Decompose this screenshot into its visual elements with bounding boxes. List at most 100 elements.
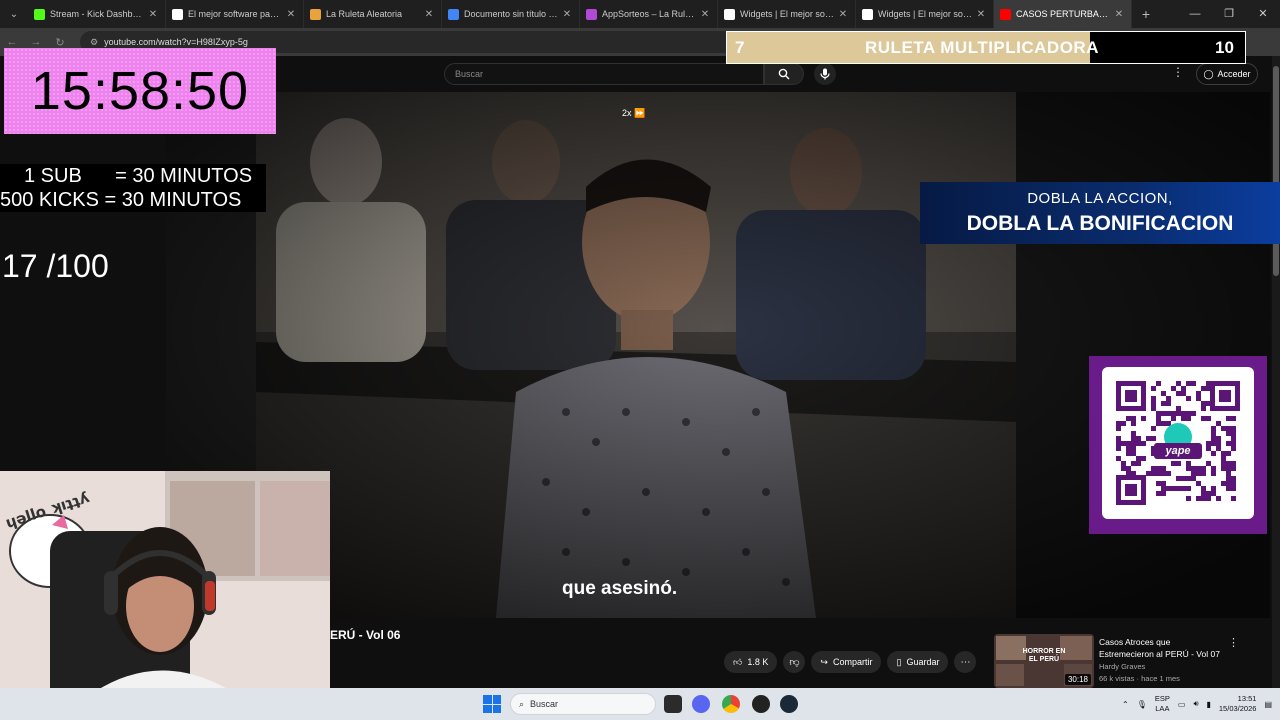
- bookmark-icon: ▯: [896, 656, 902, 667]
- close-tab-icon[interactable]: ✕: [1113, 9, 1125, 20]
- browser-tab[interactable]: Stream - Kick Dashboard ✕: [28, 0, 166, 28]
- video-frame: [166, 92, 1270, 618]
- maximize-icon[interactable]: ❐: [1212, 0, 1246, 28]
- recommended-title[interactable]: Casos Atroces que Estremecieron al PERÚ …: [1099, 636, 1227, 660]
- recommended-menu-icon[interactable]: ⋮: [1228, 636, 1239, 649]
- tab-favicon-icon: [448, 8, 459, 20]
- tab-search-icon[interactable]: ⌄: [0, 0, 28, 28]
- notification-icon[interactable]: ▤: [1264, 700, 1272, 709]
- more-options-icon[interactable]: ⋮: [1172, 65, 1184, 79]
- ruleta-title: RULETA MULTIPLICADORA: [865, 38, 1099, 57]
- close-tab-icon[interactable]: ✕: [975, 9, 987, 20]
- keyboard-layout: LAA: [1155, 704, 1170, 713]
- new-tab-button[interactable]: +: [1132, 6, 1160, 22]
- yape-logo: yape: [1165, 445, 1191, 457]
- browser-tab[interactable]: CASOS PERTURBADO ✕: [994, 0, 1132, 28]
- close-tab-icon[interactable]: ✕: [147, 9, 159, 20]
- browser-tab[interactable]: El mejor software para pc ✕: [166, 0, 304, 28]
- ruleta-current-value: 7: [735, 38, 745, 57]
- subathon-timer: 15:58:50: [30, 61, 250, 121]
- thumbs-up-icon: 👍︎: [733, 656, 743, 667]
- browser-tab[interactable]: AppSorteos – La Ruleta de✕: [580, 0, 718, 28]
- more-actions-button[interactable]: ⋯: [954, 651, 977, 673]
- search-button[interactable]: [764, 63, 804, 85]
- battery-icon[interactable]: ▮: [1206, 700, 1210, 709]
- search-input[interactable]: Buscar: [444, 63, 764, 85]
- obs-icon[interactable]: [752, 695, 770, 713]
- forward-icon[interactable]: →: [24, 36, 48, 48]
- steam-icon[interactable]: [780, 695, 798, 713]
- share-icon: ↪: [820, 656, 828, 667]
- close-tab-icon[interactable]: ✕: [423, 9, 435, 20]
- tab-title: Widgets | El mejor softwa: [740, 9, 834, 19]
- clock-date: 15/03/2026: [1218, 704, 1257, 713]
- tab-title: Stream - Kick Dashboard: [50, 9, 144, 19]
- taskbar-search-label: Buscar: [530, 699, 559, 709]
- close-tab-icon[interactable]: ✕: [837, 9, 849, 20]
- recommended-channel[interactable]: Hardy Graves: [1099, 662, 1145, 671]
- tab-favicon-icon: [34, 8, 45, 20]
- taskbar-search[interactable]: ⌕ Buscar: [510, 693, 656, 715]
- tab-favicon-icon: [1000, 8, 1011, 20]
- volume-icon[interactable]: 🔊︎: [1193, 699, 1198, 709]
- thumbnail-text: HORROR EN EL PERÚ: [1022, 648, 1066, 663]
- tab-title: El mejor software para pc: [188, 9, 282, 19]
- browser-tab[interactable]: La Ruleta Aleatoria ✕: [304, 0, 442, 28]
- site-info-icon[interactable]: ⚙: [90, 37, 98, 48]
- page-scrollbar[interactable]: [1272, 56, 1280, 688]
- close-tab-icon[interactable]: ✕: [561, 9, 573, 20]
- ruleta-multiplicadora-bar: 7 RULETA MULTIPLICADORA 10: [726, 31, 1246, 64]
- video-title: ERÚ - Vol 06: [330, 628, 401, 642]
- account-icon: ◯: [1203, 68, 1214, 79]
- sign-in-label: Acceder: [1217, 69, 1251, 79]
- browser-tab[interactable]: Widgets | El mejor softwa ✕: [718, 0, 856, 28]
- minimize-icon[interactable]: —: [1178, 0, 1212, 28]
- language-code: ESP: [1154, 694, 1170, 703]
- qr-code: yape: [1102, 367, 1254, 519]
- ruleta-goal-value: 10: [1215, 38, 1234, 57]
- language-indicator[interactable]: ESP LAA: [1155, 694, 1170, 714]
- back-icon[interactable]: ←: [0, 36, 24, 48]
- reload-icon[interactable]: ↻: [48, 36, 72, 49]
- video-player[interactable]: 2x ⏩ que asesinó.: [166, 92, 1270, 618]
- browser-tab[interactable]: Documento sin título - Do ✕: [442, 0, 580, 28]
- thumbs-down-icon: 👎︎: [789, 657, 800, 668]
- close-window-icon[interactable]: ✕: [1246, 0, 1280, 28]
- voice-search-button[interactable]: [814, 63, 836, 85]
- subathon-timer-panel: 15:58:50: [4, 48, 276, 134]
- dislike-button[interactable]: 👎︎: [783, 651, 806, 673]
- windows-start-icon[interactable]: [483, 695, 501, 713]
- screen: ⌄ Stream - Kick Dashboard ✕ El mejor softw…: [0, 0, 1280, 720]
- scrollbar-thumb[interactable]: [1273, 66, 1279, 276]
- tab-title: Documento sin título - Do: [464, 9, 558, 19]
- tab-favicon-icon: [586, 8, 597, 20]
- close-tab-icon[interactable]: ✕: [699, 9, 711, 20]
- sign-in-button[interactable]: ◯ Acceder: [1196, 63, 1258, 85]
- chrome-icon[interactable]: [722, 695, 740, 713]
- search-icon: ⌕: [519, 698, 525, 709]
- discord-icon[interactable]: [692, 695, 710, 713]
- task-view-icon[interactable]: [664, 695, 682, 713]
- tab-favicon-icon: [862, 8, 873, 20]
- like-button[interactable]: 👍︎ 1.8 K: [724, 651, 778, 673]
- webcam-feed: ɥǝllo ʞıʇʇʎ: [0, 471, 330, 720]
- video-duration: 30:18: [1064, 674, 1091, 685]
- recommended-meta: 66 k vistas · hace 1 mes: [1099, 674, 1180, 683]
- promo-banner: DOBLA LA ACCION, DOBLA LA BONIFICACION: [920, 182, 1280, 244]
- sub-rule-text: 1 SUB = 30 MINUTOS: [24, 165, 253, 187]
- yape-qr-panel: yape: [1089, 356, 1267, 534]
- browser-tab[interactable]: Widgets | El mejor softwa ✕: [856, 0, 994, 28]
- kicks-rule-text: 500 KICKS = 30 MINUTOS: [0, 189, 242, 211]
- recommended-thumbnail[interactable]: HORROR EN EL PERÚ 30:18: [994, 634, 1094, 688]
- close-tab-icon[interactable]: ✕: [285, 9, 297, 20]
- microphone-icon[interactable]: 🎙︎: [1137, 700, 1147, 709]
- windows-taskbar: ⌕ Buscar ⌃ 🎙︎ ESP LAA ▭ 🔊︎ ▮ 13:51 15/03…: [0, 688, 1280, 720]
- clock[interactable]: 13:51 15/03/2026: [1219, 694, 1257, 714]
- tab-title: CASOS PERTURBADO: [1016, 9, 1110, 19]
- share-button[interactable]: ↪ Compartir: [811, 651, 882, 673]
- chevron-up-icon[interactable]: ⌃: [1122, 700, 1129, 709]
- network-icon[interactable]: ▭: [1178, 700, 1186, 709]
- more-horizontal-icon: ⋯: [960, 656, 971, 668]
- recommended-video[interactable]: HORROR EN EL PERÚ 30:18 Casos Atroces qu…: [994, 634, 1244, 688]
- save-button[interactable]: ▯ Guardar: [887, 651, 949, 673]
